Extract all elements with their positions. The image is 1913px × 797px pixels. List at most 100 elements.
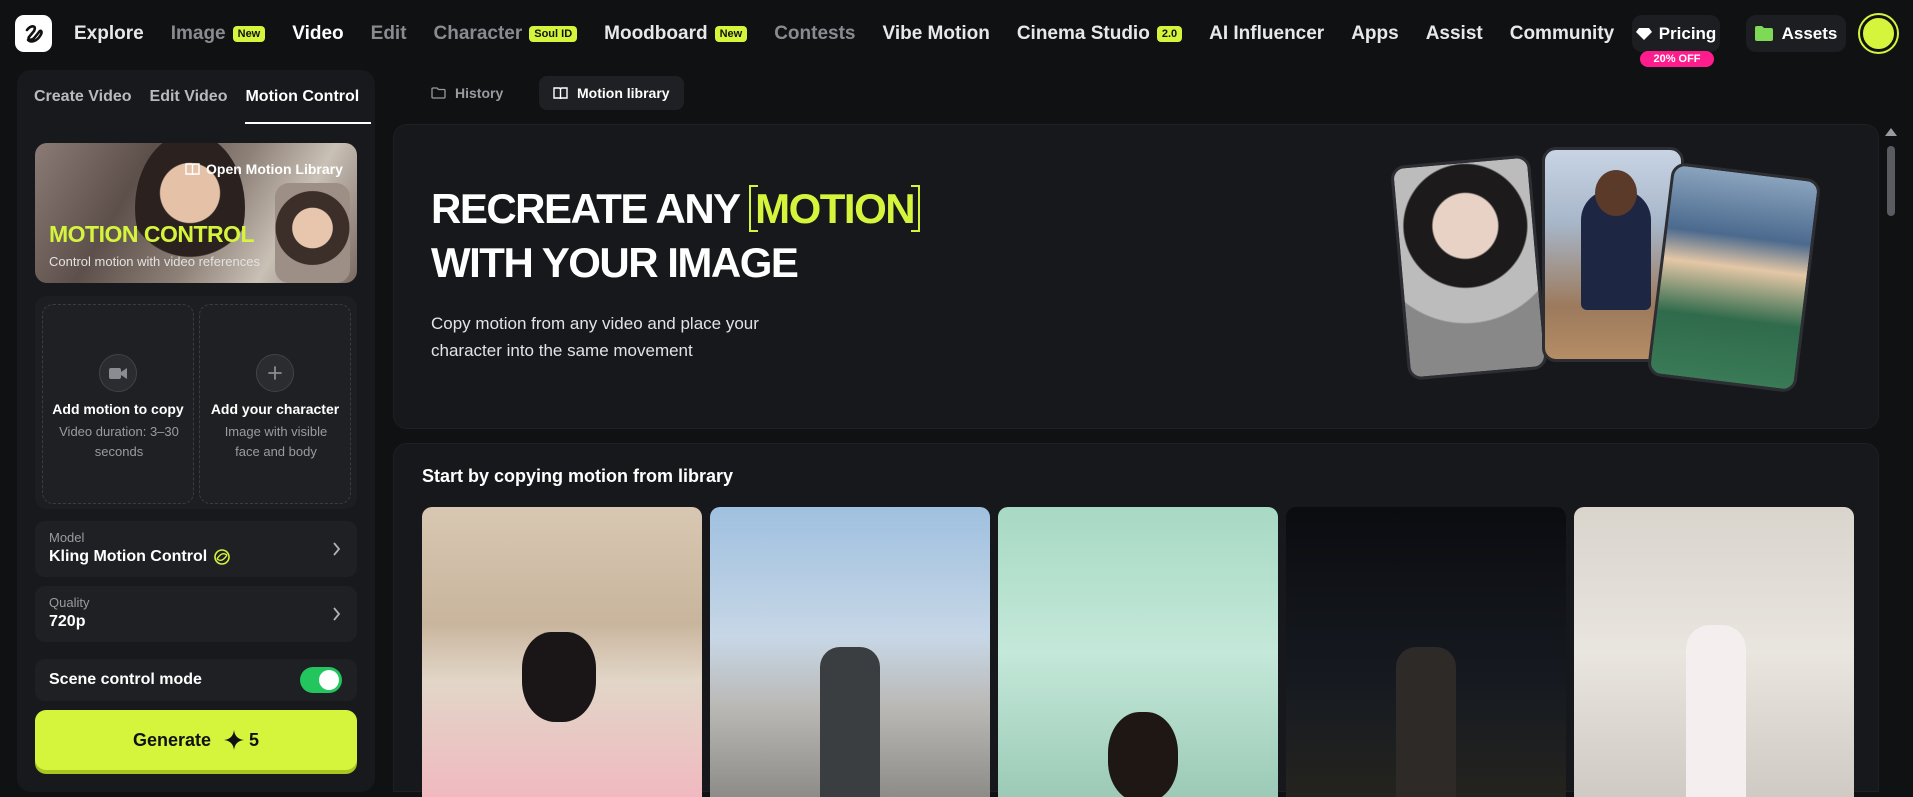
thumb-subject bbox=[1396, 647, 1456, 797]
nav-edit-label: Edit bbox=[370, 23, 407, 44]
user-avatar[interactable] bbox=[1860, 15, 1897, 52]
main-scrollbar[interactable] bbox=[1884, 128, 1898, 788]
left-panel-tabs: Create Video Edit Video Motion Control bbox=[17, 70, 375, 124]
nav-moodboard[interactable]: Moodboard New bbox=[604, 23, 748, 45]
assets-button[interactable]: Assets bbox=[1746, 15, 1846, 52]
hero-headline-line1: RECREATE ANY MOTION bbox=[431, 185, 920, 233]
nav-explore-label: Explore bbox=[74, 23, 144, 44]
library-video-thumb[interactable] bbox=[1574, 507, 1854, 797]
main-nav: Explore Image New Video Edit Character Sou… bbox=[74, 0, 1641, 68]
nav-explore[interactable]: Explore bbox=[74, 23, 144, 45]
scene-control-toggle[interactable] bbox=[300, 667, 342, 693]
chevron-right-icon bbox=[332, 540, 341, 561]
kling-logo-icon bbox=[214, 549, 230, 565]
model-value-row: Kling Motion Control bbox=[49, 548, 231, 566]
folder-icon bbox=[431, 87, 446, 99]
nav-moodboard-label: Moodboard bbox=[604, 23, 708, 44]
add-character-title: Add your character bbox=[210, 401, 340, 417]
hero-banner: RECREATE ANY MOTION WITH YOUR IMAGE Copy… bbox=[393, 124, 1879, 429]
player-head bbox=[1595, 170, 1637, 216]
tab-motion-control[interactable]: Motion Control bbox=[245, 70, 371, 124]
plus-icon bbox=[256, 354, 294, 392]
app-logo-icon[interactable] bbox=[15, 15, 52, 52]
nav-image[interactable]: Image New bbox=[171, 23, 266, 45]
diamond-icon bbox=[1635, 27, 1652, 40]
nav-community[interactable]: Community bbox=[1510, 23, 1615, 45]
nav-ai-influencer-label: AI Influencer bbox=[1209, 23, 1325, 44]
nav-vibe-motion[interactable]: Vibe Motion bbox=[883, 23, 990, 45]
nav-community-label: Community bbox=[1509, 23, 1615, 44]
generate-label: Generate bbox=[132, 729, 212, 750]
nav-apps[interactable]: Apps bbox=[1351, 23, 1399, 45]
library-video-thumb[interactable] bbox=[1286, 507, 1566, 797]
nav-character-label: Character bbox=[433, 23, 523, 44]
sparkle-icon bbox=[224, 730, 245, 750]
library-section-title: Start by copying motion from library bbox=[422, 466, 734, 486]
motion-library-section: Start by copying motion from library bbox=[393, 443, 1879, 797]
folder-icon bbox=[1754, 26, 1773, 41]
library-video-thumb[interactable] bbox=[422, 507, 702, 797]
assets-label: Assets bbox=[1781, 23, 1838, 43]
soul-id-badge: Soul ID bbox=[529, 26, 578, 42]
card-preview-inset-image bbox=[275, 183, 350, 283]
generate-button[interactable]: Generate 5 bbox=[35, 710, 357, 770]
nav-apps-label: Apps bbox=[1351, 23, 1399, 44]
nav-video-label: Video bbox=[292, 23, 344, 44]
tab-create-video[interactable]: Create Video bbox=[34, 70, 132, 124]
hero-headline-highlight: MOTION bbox=[749, 185, 920, 232]
nav-ai-influencer[interactable]: AI Influencer bbox=[1209, 23, 1324, 45]
add-character-dropzone[interactable]: Add your character Image with visible fa… bbox=[199, 304, 351, 504]
add-motion-dropzone[interactable]: Add motion to copy Video duration: 3–30 … bbox=[42, 304, 194, 504]
hero-sample-image-3 bbox=[1646, 161, 1822, 394]
thumb-subject bbox=[820, 647, 880, 797]
nav-image-label: Image bbox=[170, 23, 226, 44]
hero-description: Copy motion from any video and place you… bbox=[431, 314, 759, 360]
model-label: Model bbox=[49, 530, 85, 545]
open-motion-library-link[interactable]: Open Motion Library bbox=[185, 161, 343, 177]
new-badge: New bbox=[232, 26, 266, 42]
version-badge: 2.0 bbox=[1156, 26, 1183, 42]
nav-vibe-motion-label: Vibe Motion bbox=[882, 23, 990, 44]
scroll-up-arrow-icon[interactable] bbox=[1885, 128, 1897, 136]
nav-assist[interactable]: Assist bbox=[1426, 23, 1483, 45]
new-badge: New bbox=[714, 26, 748, 42]
quality-value: 720p bbox=[49, 613, 86, 630]
nav-cinema-studio-label: Cinema Studio bbox=[1016, 23, 1150, 44]
add-motion-title: Add motion to copy bbox=[52, 401, 184, 417]
nav-character[interactable]: Character Soul ID bbox=[434, 23, 578, 45]
book-icon bbox=[185, 162, 200, 175]
tab-history[interactable]: History bbox=[417, 76, 517, 110]
top-navigation-bar: Explore Image New Video Edit Character Sou… bbox=[0, 0, 1913, 68]
thumb-subject bbox=[1686, 625, 1746, 797]
tab-motion-library-label: Motion library bbox=[577, 85, 670, 101]
add-character-subtitle: Image with visible face and body bbox=[224, 424, 328, 459]
quality-label: Quality bbox=[49, 595, 90, 610]
nav-contests-label: Contests bbox=[774, 23, 856, 44]
thumb-subject bbox=[1108, 712, 1178, 797]
library-video-thumb[interactable] bbox=[710, 507, 990, 797]
generate-cost-value: 5 bbox=[249, 729, 260, 750]
quality-selector[interactable]: Quality 720p bbox=[35, 586, 357, 642]
motion-control-card[interactable]: Open Motion Library MOTION CONTROL Contr… bbox=[35, 143, 357, 283]
model-selector[interactable]: Model Kling Motion Control bbox=[35, 521, 357, 577]
hero-sample-image-1 bbox=[1389, 154, 1549, 381]
tab-motion-library[interactable]: Motion library bbox=[539, 76, 684, 110]
hero-headline-prefix: RECREATE ANY bbox=[431, 185, 740, 232]
pricing-button[interactable]: Pricing bbox=[1632, 15, 1720, 52]
video-camera-icon bbox=[99, 354, 137, 392]
add-motion-subtitle: Video duration: 3–30 seconds bbox=[59, 424, 179, 459]
discount-badge: 20% OFF bbox=[1640, 51, 1714, 67]
hero-headline-line2: WITH YOUR IMAGE bbox=[431, 239, 799, 286]
nav-cinema-studio[interactable]: Cinema Studio 2.0 bbox=[1016, 23, 1183, 45]
nav-assist-label: Assist bbox=[1425, 23, 1483, 44]
tab-edit-video[interactable]: Edit Video bbox=[150, 70, 228, 124]
scrollbar-thumb[interactable] bbox=[1887, 146, 1895, 216]
nav-edit[interactable]: Edit bbox=[371, 23, 407, 45]
nav-contests[interactable]: Contests bbox=[774, 23, 855, 45]
model-value: Kling Motion Control bbox=[49, 548, 208, 565]
chevron-right-icon bbox=[332, 605, 341, 626]
scene-control-label: Scene control mode bbox=[49, 671, 202, 688]
library-video-thumb[interactable] bbox=[998, 507, 1278, 797]
nav-video[interactable]: Video bbox=[292, 23, 343, 45]
pricing-label: Pricing bbox=[1658, 23, 1717, 43]
